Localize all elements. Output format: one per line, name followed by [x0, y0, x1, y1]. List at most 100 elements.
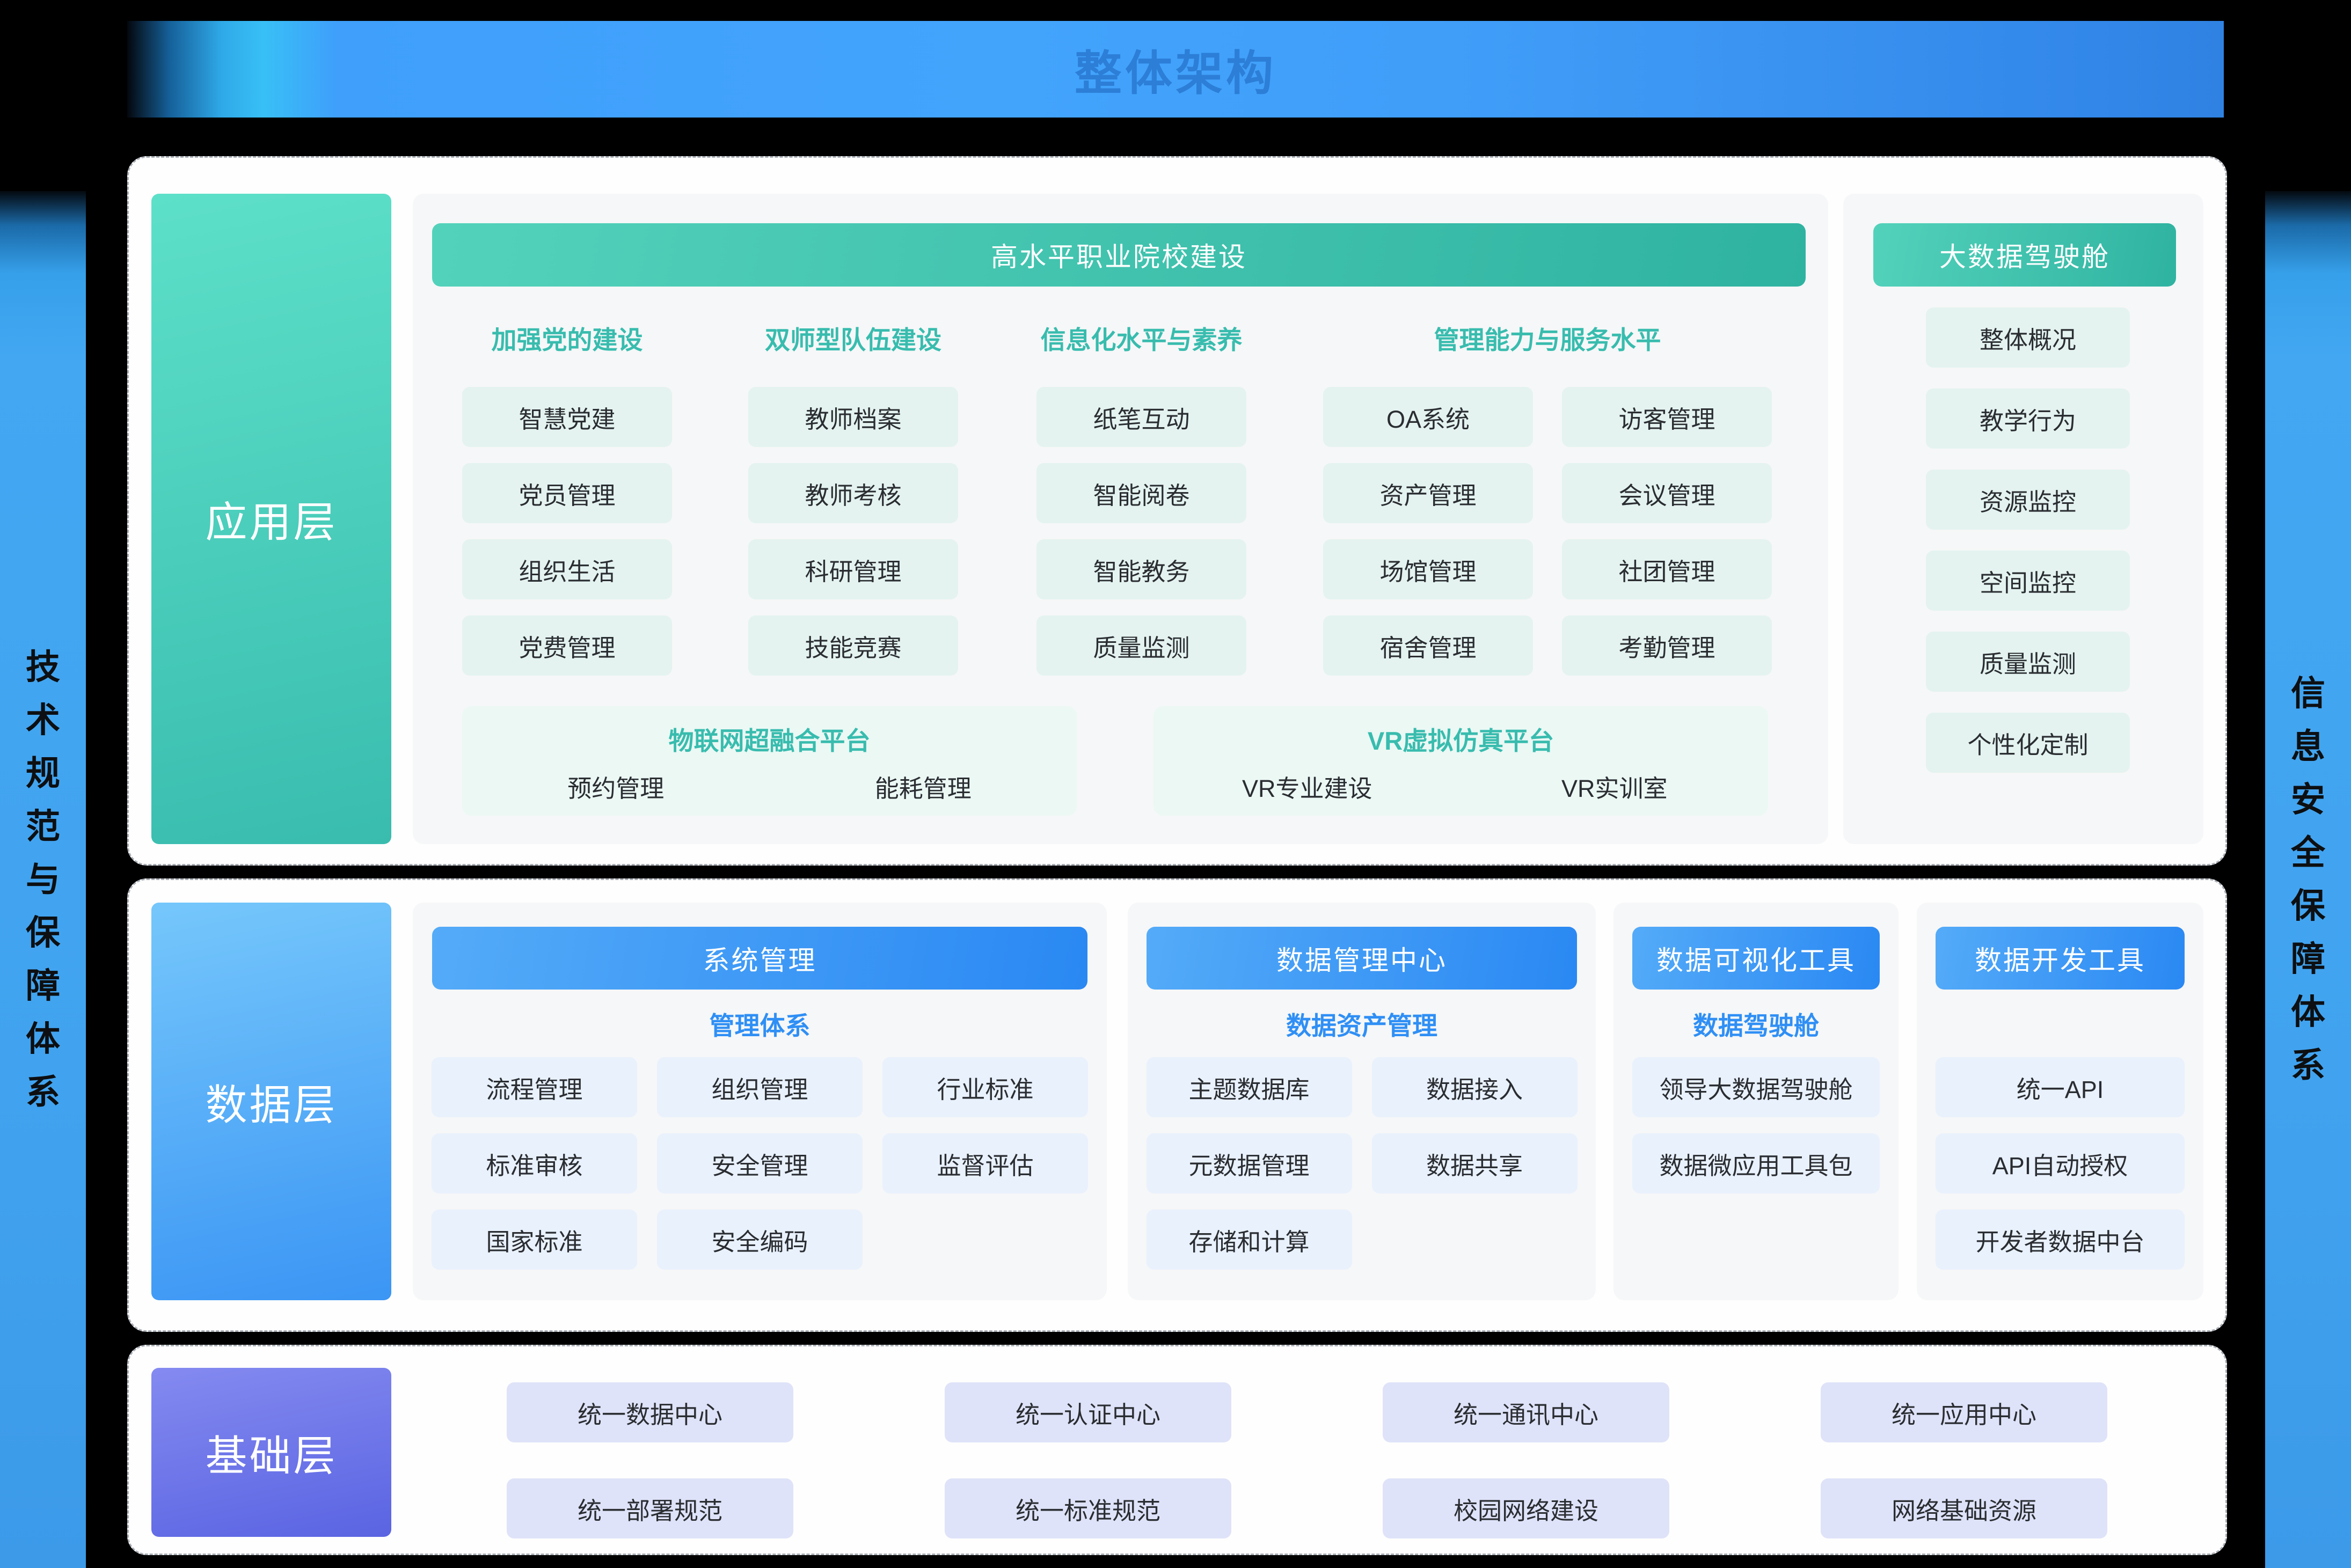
- data-group-items: 主题数据库数据接入元数据管理数据共享存储和计算: [1128, 1057, 1596, 1270]
- app-item-tile: OA系统: [1323, 387, 1533, 447]
- sidebar-char: 技: [26, 641, 60, 694]
- data-group-header: 数据可视化工具: [1632, 927, 1880, 990]
- cockpit-item-tile: 整体概况: [1926, 307, 2130, 368]
- left-sidebar-tech-spec: 技术规范与保障体系: [0, 191, 86, 1568]
- data-item-tile: 组织管理: [657, 1057, 863, 1117]
- data-group-items: 领导大数据驾驶舱数据微应用工具包: [1613, 1057, 1899, 1193]
- app-item-tile: 党费管理: [462, 616, 672, 676]
- app-panel-header: 高水平职业院校建设: [432, 223, 1806, 287]
- data-item-tile: 行业标准: [882, 1057, 1088, 1117]
- data-group-header: 数据管理中心: [1147, 927, 1577, 990]
- app-column-title: 信息化水平与素养: [1036, 324, 1246, 356]
- cockpit-item-tile: 质量监测: [1926, 632, 2130, 692]
- sidebar-char: 系: [26, 1066, 60, 1119]
- cockpit-header-text: 大数据驾驶舱: [1939, 236, 2110, 274]
- sidebar-char: 障: [26, 959, 60, 1013]
- app-item-tile: 纸笔互动: [1036, 387, 1246, 447]
- foundation-item-tile: 统一部署规范: [507, 1478, 793, 1538]
- foundation-layer-card: 基础层 统一数据中心 统一认证中心 统一通讯中心 统一应用中心统一部署规范 统一标准规范…: [127, 1345, 2227, 1555]
- cockpit-item-tile: 空间监控: [1926, 551, 2130, 611]
- foundation-item-tile: 统一通讯中心: [1383, 1382, 1669, 1442]
- app-item-tile: 技能竞赛: [748, 616, 958, 676]
- platform-items: VR专业建设VR实训室: [1153, 757, 1768, 816]
- data-item-tile: 标准审核: [432, 1133, 637, 1193]
- sidebar-char: 与: [26, 853, 60, 906]
- sidebar-char: 息: [2291, 720, 2325, 773]
- application-layer-card: 应用层 高水平职业院校建设 加强党的建设智慧党建党员管理组织生活党费管理双师型队…: [127, 156, 2227, 866]
- app-item-tile: 访客管理: [1562, 387, 1772, 447]
- app-item-tile: 教师档案: [748, 387, 958, 447]
- app-item-tile: 科研管理: [748, 539, 958, 599]
- data-group-items: 流程管理组织管理行业标准标准审核安全管理监督评估国家标准安全编码: [413, 1057, 1107, 1270]
- sidebar-char: 保: [26, 906, 60, 959]
- foundation-item-tile: 统一标准规范: [945, 1478, 1231, 1538]
- data-item-tile: 安全编码: [657, 1210, 863, 1270]
- data-item-tile: 开发者数据中台: [1936, 1210, 2185, 1270]
- data-group-subtitle: 数据驾驶舱: [1613, 990, 1899, 1057]
- platform-item: VR实训室: [1461, 769, 1769, 804]
- platform-title: 物联网超融合平台: [462, 720, 1077, 757]
- data-item-tile: 数据接入: [1372, 1057, 1578, 1117]
- app-column: 信息化水平与素养纸笔互动智能阅卷智能教务质量监测: [1036, 324, 1246, 676]
- top-banner: 整体架构: [127, 21, 2224, 118]
- data-item-tile: 存储和计算: [1147, 1210, 1352, 1270]
- app-subcolumn: 访客管理会议管理社团管理考勤管理: [1562, 387, 1772, 676]
- data-group-subtitle: 管理体系: [413, 990, 1107, 1057]
- data-group-subtitle: 数据资产管理: [1128, 990, 1596, 1057]
- data-layer-label: 数据层: [151, 903, 391, 1300]
- app-column-title: 双师型队伍建设: [748, 324, 958, 356]
- cockpit-item-tile: 资源监控: [1926, 470, 2130, 530]
- data-group-header: 数据开发工具: [1936, 927, 2185, 990]
- foundation-item-tile: 统一认证中心: [945, 1382, 1231, 1442]
- sidebar-char: 安: [2291, 773, 2325, 826]
- data-item-tile: 数据共享: [1372, 1133, 1578, 1193]
- platform-item: VR专业建设: [1153, 769, 1461, 804]
- sidebar-char: 全: [2291, 826, 2325, 880]
- app-panel-header-text: 高水平职业院校建设: [991, 236, 1247, 274]
- foundation-item-tile: 统一应用中心: [1821, 1382, 2107, 1442]
- app-item-tile: 资产管理: [1323, 463, 1533, 523]
- app-item-tile: 智慧党建: [462, 387, 672, 447]
- bigdata-cockpit-panel: 大数据驾驶舱 整体概况教学行为资源监控空间监控质量监测个性化定制: [1843, 194, 2203, 844]
- application-layer-label: 应用层: [151, 194, 391, 844]
- app-column-items: 智慧党建党员管理组织生活党费管理: [462, 387, 672, 676]
- layer-label-text: 数据层: [205, 1072, 337, 1132]
- app-column: 双师型队伍建设教师档案教师考核科研管理技能竞赛: [748, 324, 958, 676]
- cockpit-item-tile: 个性化定制: [1926, 713, 2130, 773]
- sidebar-char: 范: [26, 800, 60, 853]
- foundation-layer-label: 基础层: [151, 1368, 391, 1537]
- app-subcolumn: OA系统资产管理场馆管理宿舍管理: [1323, 387, 1533, 676]
- platform-panel: VR虚拟仿真平台VR专业建设VR实训室: [1153, 706, 1768, 816]
- app-column-items: 教师档案教师考核科研管理技能竞赛: [748, 387, 958, 676]
- application-main-panel: 高水平职业院校建设 加强党的建设智慧党建党员管理组织生活党费管理双师型队伍建设教…: [413, 194, 1828, 844]
- app-item-tile: 质量监测: [1036, 616, 1246, 676]
- data-item-tile: 领导大数据驾驶舱: [1632, 1057, 1880, 1117]
- foundation-item-tile: 网络基础资源: [1821, 1478, 2107, 1538]
- platform-item: 能耗管理: [770, 769, 1077, 804]
- sidebar-char: 系: [2291, 1039, 2325, 1092]
- data-item-tile: 国家标准: [432, 1210, 637, 1270]
- app-column: 管理能力与服务水平OA系统资产管理场馆管理宿舍管理访客管理会议管理社团管理考勤管…: [1323, 324, 1772, 676]
- layer-label-text: 应用层: [205, 489, 337, 549]
- platform-panel: 物联网超融合平台预约管理能耗管理: [462, 706, 1077, 816]
- data-item-tile: 元数据管理: [1147, 1133, 1352, 1193]
- data-item-tile: API自动授权: [1936, 1133, 2185, 1193]
- data-item-tile: 流程管理: [432, 1057, 637, 1117]
- app-column-items: OA系统资产管理场馆管理宿舍管理访客管理会议管理社团管理考勤管理: [1323, 387, 1772, 676]
- data-group-header: 系统管理: [432, 927, 1087, 990]
- app-item-tile: 智能阅卷: [1036, 463, 1246, 523]
- app-column-title: 管理能力与服务水平: [1323, 324, 1772, 356]
- app-item-tile: 党员管理: [462, 463, 672, 523]
- data-group-panel: 数据可视化工具数据驾驶舱领导大数据驾驶舱数据微应用工具包: [1613, 903, 1899, 1300]
- sidebar-char: 障: [2291, 933, 2325, 986]
- data-layer-card: 数据层 系统管理管理体系流程管理组织管理行业标准标准审核安全管理监督评估国家标准…: [127, 878, 2227, 1332]
- sidebar-char: 保: [2291, 880, 2325, 933]
- app-column-title: 加强党的建设: [462, 324, 672, 356]
- data-item-tile: 统一API: [1936, 1057, 2185, 1117]
- page-title: 整体架构: [1075, 35, 1276, 104]
- app-column-items: 纸笔互动智能阅卷智能教务质量监测: [1036, 387, 1246, 676]
- data-item-tile: 安全管理: [657, 1133, 863, 1193]
- app-item-tile: 宿舍管理: [1323, 616, 1533, 676]
- app-column: 加强党的建设智慧党建党员管理组织生活党费管理: [462, 324, 672, 676]
- foundation-item-tile: 统一数据中心: [507, 1382, 793, 1442]
